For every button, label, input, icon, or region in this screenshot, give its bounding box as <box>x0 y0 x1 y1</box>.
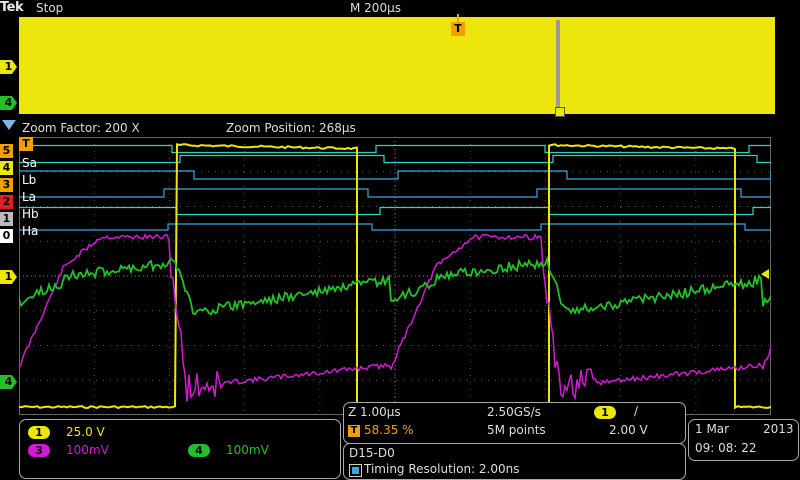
trigger-position-marker[interactable]: T <box>451 22 465 36</box>
date[interactable]: 1 Mar <box>695 422 729 436</box>
year[interactable]: 2013 <box>763 422 794 436</box>
ch1-chip[interactable]: 1 <box>28 426 50 439</box>
digital-marker-2[interactable]: 2 <box>0 195 13 209</box>
sample-rate[interactable]: 2.50GS/s <box>487 405 541 419</box>
trigger-level-marker[interactable]: T <box>19 137 33 151</box>
overview-ch1-marker[interactable]: 1 <box>0 60 17 74</box>
timing-resolution-icon <box>349 464 362 477</box>
overview-ch4-marker[interactable]: 4 <box>0 96 17 110</box>
digital-group-panel: D15-D0 Timing Resolution: 2.00ns <box>343 443 686 480</box>
digital-label-hb: Hb <box>22 207 39 221</box>
record-length[interactable]: 5M points <box>487 423 546 437</box>
digital-group-title[interactable]: D15-D0 <box>349 446 395 460</box>
zoom-factor[interactable]: Zoom Factor: 200 X <box>22 121 140 135</box>
brand-logo: Tek <box>0 0 24 15</box>
trigger-level-arrow-icon[interactable] <box>761 269 769 279</box>
digital-label-sa: Sa <box>22 156 37 170</box>
digital-label-lb: Lb <box>22 173 37 187</box>
digital-marker-5[interactable]: 5 <box>0 144 13 158</box>
ch1-scale[interactable]: 25.0 V <box>66 425 105 439</box>
ch4-scale[interactable]: 100mV <box>226 443 269 457</box>
zoom-waveform-display[interactable]: Si Sa Lb La Hb Ha T <box>19 137 771 415</box>
waveform-graticule <box>19 137 771 415</box>
ch3-scale[interactable]: 100mV <box>66 443 109 457</box>
trigger-marker-stem <box>457 14 459 22</box>
acquisition-state[interactable]: Stop <box>36 1 63 15</box>
digital-marker-1[interactable]: 1 <box>0 212 13 226</box>
trigger-source-chip[interactable]: 1 <box>594 406 616 419</box>
digital-label-la: La <box>22 190 37 204</box>
digital-label-ha: Ha <box>22 224 39 238</box>
rising-edge-icon[interactable]: / <box>634 404 638 418</box>
ch4-ground-marker[interactable]: 4 <box>0 375 17 389</box>
zoom-window-indicator[interactable] <box>556 20 560 110</box>
ch3-waveform <box>19 233 771 402</box>
acquisition-panel: Z 1.00µs 2.50GS/s 1 / T 58.35 % 5M point… <box>343 402 686 444</box>
zoom-window-handle[interactable] <box>555 107 565 117</box>
zoom-info-bar: Zoom Factor: 200 X Zoom Position: 268µs <box>0 119 800 135</box>
zoom-position[interactable]: Zoom Position: 268µs <box>226 121 356 135</box>
digital-marker-0[interactable]: 0 <box>0 229 13 243</box>
digital-marker-4[interactable]: 4 <box>0 161 13 175</box>
trigger-level[interactable]: 2.00 V <box>609 423 648 437</box>
trigger-position[interactable]: 58.35 % <box>364 423 414 437</box>
datetime-panel: 1 Mar 2013 09: 08: 22 <box>688 419 799 461</box>
ch1-ground-marker[interactable]: 1 <box>0 270 17 284</box>
horizontal-timebase[interactable]: M 200µs <box>350 1 401 15</box>
ch3-chip[interactable]: 3 <box>28 444 50 457</box>
time[interactable]: 09: 08: 22 <box>695 441 757 455</box>
timing-resolution[interactable]: Timing Resolution: 2.00ns <box>364 462 520 476</box>
trigger-position-icon: T <box>348 425 360 437</box>
channel-settings-panel: 1 25.0 V 3 100mV 4 100mV <box>19 419 341 479</box>
status-bar: Tek Stop M 200µs <box>0 0 800 16</box>
ch4-chip[interactable]: 4 <box>188 444 210 457</box>
digital-marker-3[interactable]: 3 <box>0 178 13 192</box>
record-overview[interactable] <box>19 17 775 114</box>
zoom-scale[interactable]: Z 1.00µs <box>348 405 401 419</box>
